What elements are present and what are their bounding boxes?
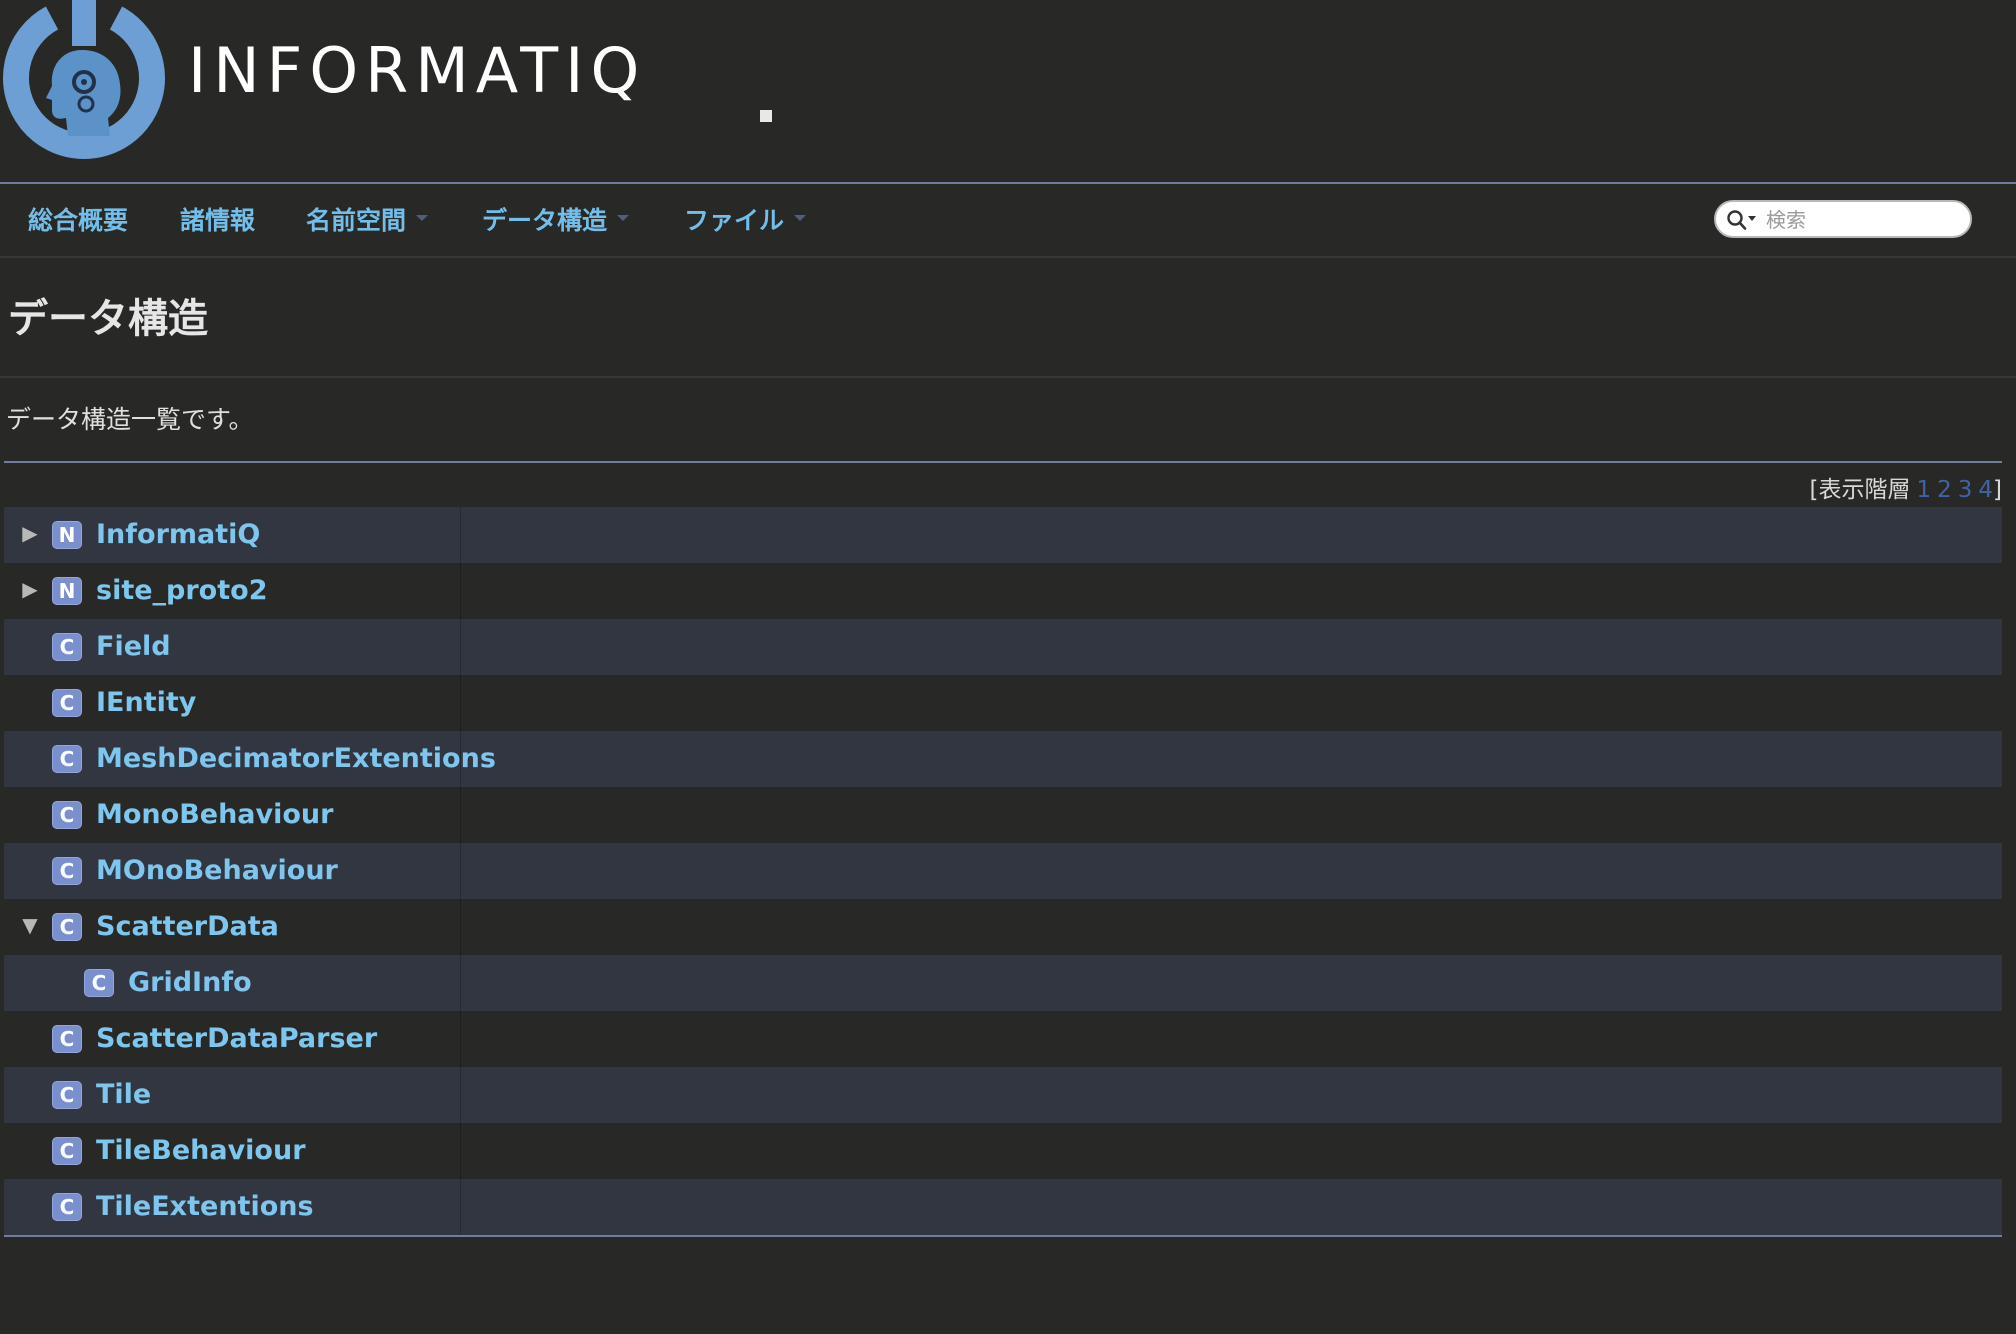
tree-row: ▶ N site_proto2 — [4, 563, 2002, 619]
divider — [460, 1179, 461, 1235]
nav-label: 名前空間 — [306, 206, 407, 235]
main-navbar: 総合概要 諸情報 名前空間 データ構造 ファイル — [0, 184, 2016, 258]
divider — [460, 1123, 461, 1179]
entry-link[interactable]: TileExtentions — [96, 1189, 314, 1224]
chevron-down-icon — [617, 215, 630, 221]
nav-label: 諸情報 — [180, 206, 256, 235]
tree-row: C ScatterDataParser — [4, 1011, 2002, 1067]
divider — [460, 507, 461, 563]
divider — [460, 843, 461, 899]
class-badge-icon: C — [52, 689, 82, 717]
level-4-link[interactable]: 4 — [1978, 477, 1993, 503]
class-badge-icon: C — [52, 745, 82, 773]
entry-link[interactable]: TileBehaviour — [96, 1133, 306, 1168]
search-icon[interactable] — [1726, 209, 1758, 231]
class-badge-icon: C — [52, 857, 82, 885]
level-suffix: ] — [1993, 477, 2002, 503]
intro-text: データ構造一覧です。 — [6, 405, 254, 434]
tree-row: C Tile — [4, 1067, 2002, 1123]
tree-row: C TileExtentions — [4, 1179, 2002, 1235]
entry-link[interactable]: MOnoBehaviour — [96, 853, 338, 888]
class-badge-icon: C — [52, 1025, 82, 1053]
divider — [460, 563, 461, 619]
tree-row: C MeshDecimatorExtentions — [4, 731, 2002, 787]
nav-namespaces[interactable]: 名前空間 — [306, 206, 429, 236]
entry-link[interactable]: IEntity — [96, 685, 196, 720]
entry-link[interactable]: ScatterDataParser — [96, 1021, 377, 1056]
nav-label: データ構造 — [482, 206, 608, 235]
page-title: データ構造 — [8, 296, 208, 342]
divider — [460, 1011, 461, 1067]
brand-dot — [760, 110, 772, 122]
class-badge-icon: C — [84, 969, 114, 997]
tree-row: ▶ N InformatiQ — [4, 507, 2002, 563]
class-badge-icon: C — [52, 1081, 82, 1109]
divider — [4, 461, 2002, 463]
divider — [460, 787, 461, 843]
site-header: INFORMATIQ — [0, 0, 2016, 184]
divider — [460, 619, 461, 675]
level-1-link[interactable]: 1 — [1916, 477, 1931, 503]
level-3-link[interactable]: 3 — [1958, 477, 1973, 503]
tree-row: C Field — [4, 619, 2002, 675]
entry-link[interactable]: InformatiQ — [96, 517, 260, 552]
namespace-badge-icon: N — [52, 521, 82, 549]
nav-overview[interactable]: 総合概要 — [28, 206, 128, 236]
class-badge-icon: C — [52, 913, 82, 941]
tree-row: ▼ C ScatterData — [4, 899, 2002, 955]
search-input[interactable] — [1764, 204, 1964, 236]
entry-link[interactable]: site_proto2 — [96, 573, 267, 608]
nav-info[interactable]: 諸情報 — [180, 206, 255, 236]
level-prefix: [表示階層 — [1809, 477, 1911, 503]
class-badge-icon: C — [52, 1137, 82, 1165]
nav-label: 総合概要 — [28, 206, 129, 235]
entry-link[interactable]: GridInfo — [128, 965, 252, 1000]
divider — [460, 731, 461, 787]
tree-row: C TileBehaviour — [4, 1123, 2002, 1179]
informatiq-logo-icon[interactable] — [0, 0, 168, 178]
search-box[interactable] — [1714, 200, 1972, 238]
level-2-link[interactable]: 2 — [1937, 477, 1952, 503]
tree-row: C IEntity — [4, 675, 2002, 731]
expand-arrow-icon[interactable]: ▶ — [18, 521, 42, 545]
class-badge-icon: C — [52, 801, 82, 829]
divider — [460, 955, 461, 1011]
class-badge-icon: C — [52, 1193, 82, 1221]
divider — [460, 899, 461, 955]
divider — [460, 1067, 461, 1123]
tree-row: C MonoBehaviour — [4, 787, 2002, 843]
divider — [4, 1235, 2002, 1237]
tree-row: C GridInfo — [4, 955, 2002, 1011]
level-selector: [表示階層 1 2 3 4] — [1809, 470, 2002, 504]
chevron-down-icon — [416, 215, 429, 221]
entry-link[interactable]: Tile — [96, 1077, 151, 1112]
collapse-arrow-icon[interactable]: ▼ — [18, 913, 42, 937]
title-area: データ構造 — [0, 258, 2016, 378]
nav-data-structures[interactable]: データ構造 — [482, 206, 630, 236]
brand-name: INFORMATIQ — [188, 34, 647, 107]
namespace-badge-icon: N — [52, 577, 82, 605]
nav-files[interactable]: ファイル — [684, 206, 807, 236]
class-badge-icon: C — [52, 633, 82, 661]
divider — [460, 675, 461, 731]
nav-label: ファイル — [684, 206, 785, 235]
entry-link[interactable]: ScatterData — [96, 909, 279, 944]
chevron-down-icon — [794, 215, 807, 221]
tree-row: C MOnoBehaviour — [4, 843, 2002, 899]
entry-link[interactable]: MeshDecimatorExtentions — [96, 741, 496, 776]
entry-link[interactable]: Field — [96, 629, 171, 664]
structure-tree: ▶ N InformatiQ ▶ N site_proto2 C Field C… — [4, 507, 2002, 1235]
expand-arrow-icon[interactable]: ▶ — [18, 577, 42, 601]
entry-link[interactable]: MonoBehaviour — [96, 797, 333, 832]
